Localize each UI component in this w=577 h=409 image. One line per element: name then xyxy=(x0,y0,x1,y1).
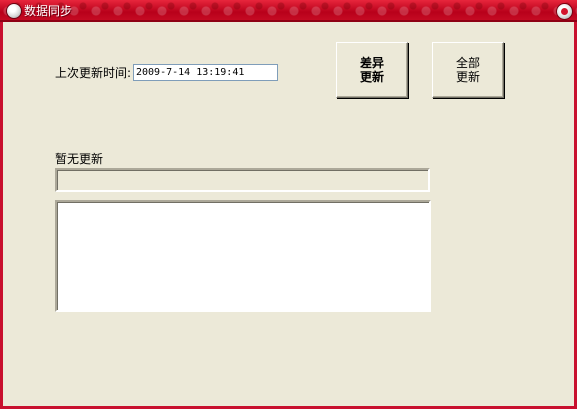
close-icon[interactable] xyxy=(556,3,573,20)
status-text: 暂无更新 xyxy=(55,152,104,166)
app-icon xyxy=(6,3,22,19)
diff-update-button-label: 差异更新 xyxy=(359,56,384,84)
full-update-button[interactable]: 全部更新 xyxy=(432,42,504,98)
log-textarea[interactable] xyxy=(55,200,431,312)
diff-update-button[interactable]: 差异更新 xyxy=(336,42,408,98)
progress-bar xyxy=(55,168,430,192)
last-update-field[interactable]: 2009-7-14 13:19:41 xyxy=(133,64,278,81)
last-update-label: 上次更新时间: xyxy=(55,66,132,80)
title-bar[interactable]: 数据同步 xyxy=(0,0,577,22)
full-update-button-label: 全部更新 xyxy=(455,56,480,84)
window-title: 数据同步 xyxy=(24,4,73,18)
sync-window: 数据同步 上次更新时间: 2009-7-14 13:19:41 差异更新 全部更… xyxy=(0,0,577,409)
